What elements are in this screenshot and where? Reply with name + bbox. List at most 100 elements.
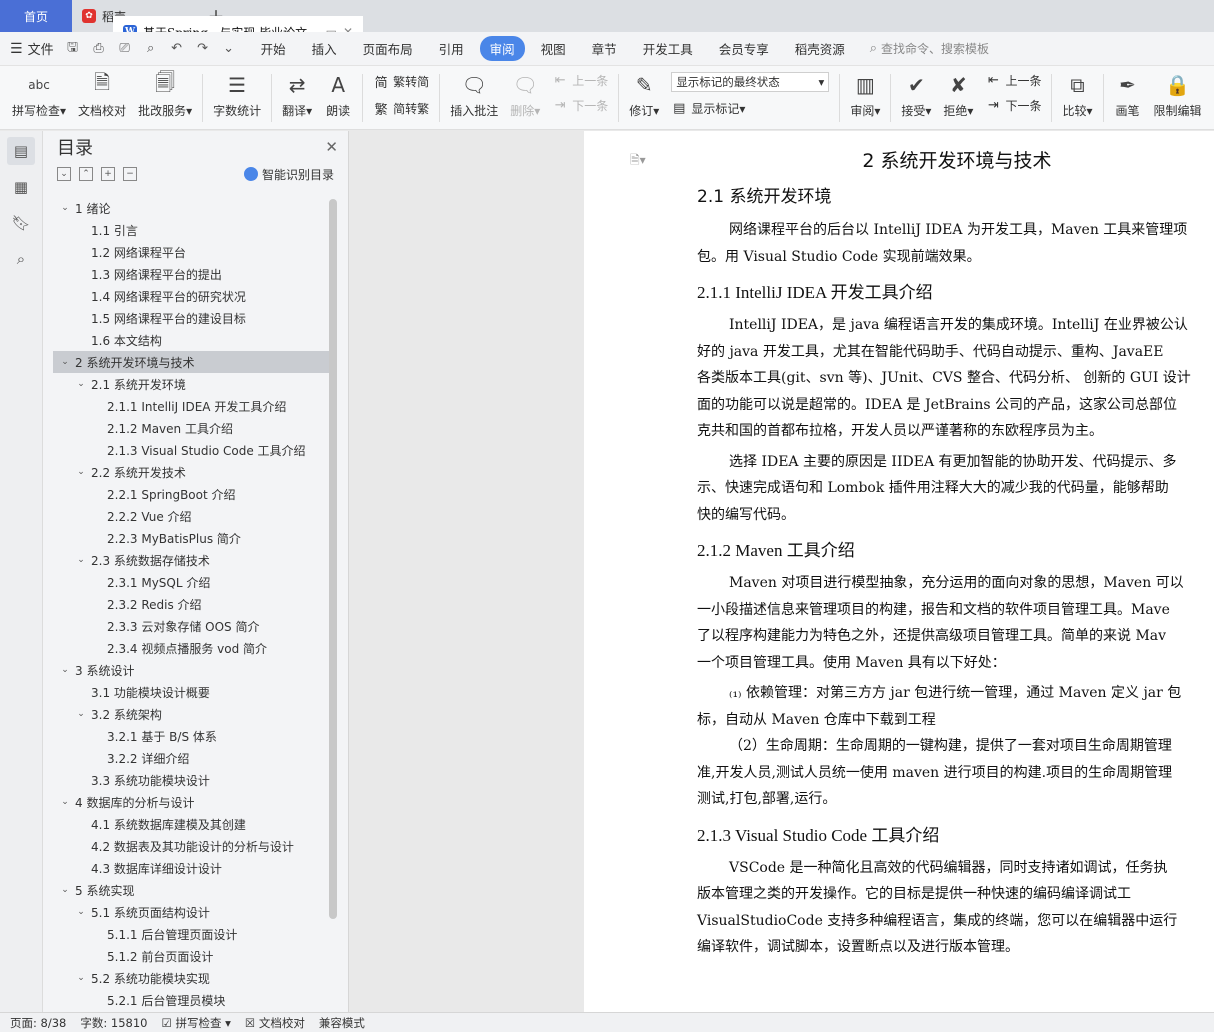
- review-pane-button[interactable]: ▥ 审阅▾: [844, 66, 886, 119]
- show-markup-button[interactable]: ▤ 显示标记 ▾: [671, 100, 829, 117]
- close-icon[interactable]: ✕: [325, 138, 338, 156]
- chevron-down-icon[interactable]: ⌄: [59, 665, 71, 675]
- undo-icon[interactable]: ↶: [168, 41, 186, 56]
- redo-icon[interactable]: ↷: [194, 41, 212, 56]
- toc-item[interactable]: ⌄ 2.1 系统开发环境: [53, 373, 331, 395]
- menu-references[interactable]: 引用: [429, 36, 474, 61]
- collapse-all-icon[interactable]: ⌄: [57, 167, 71, 181]
- toc-item[interactable]: 2.3.4 视频点播服务 vod 简介: [53, 637, 331, 659]
- toc-item[interactable]: 2.1.2 Maven 工具介绍: [53, 417, 331, 439]
- toc-item[interactable]: 3.1 功能模块设计概要: [53, 681, 331, 703]
- search-icon[interactable]: ⌕: [7, 245, 35, 273]
- delete-comment-button[interactable]: 🗨 删除▾: [504, 66, 546, 119]
- toc-item[interactable]: 1.3 网络课程平台的提出: [53, 263, 331, 285]
- toc-item[interactable]: 4.2 数据表及其功能设计的分析与设计: [53, 835, 331, 857]
- expand-up-icon[interactable]: ⌃: [79, 167, 93, 181]
- chapter-nav-icon[interactable]: ▦: [7, 173, 35, 201]
- next-revision-button[interactable]: ⇥ 下一条: [985, 97, 1041, 114]
- chevron-down-icon[interactable]: ⌄: [59, 203, 71, 213]
- toc-item[interactable]: 5.2.1 后台管理员模块: [53, 989, 331, 1011]
- toc-item[interactable]: 1.6 本文结构: [53, 329, 331, 351]
- chevron-down-icon[interactable]: ⌄: [75, 467, 87, 477]
- toc-item[interactable]: 2.2.3 MyBatisPlus 简介: [53, 527, 331, 549]
- track-changes-button[interactable]: ✎ 修订▾: [623, 66, 665, 119]
- menu-layout[interactable]: 页面布局: [353, 36, 423, 61]
- toc-item[interactable]: 2.2.1 SpringBoot 介绍: [53, 483, 331, 505]
- toc-item[interactable]: ⌄ 5.1 系统页面结构设计: [53, 901, 331, 923]
- spell-check-button[interactable]: abc 拼写检查▾: [6, 66, 72, 119]
- toc-item[interactable]: 2.2.2 Vue 介绍: [53, 505, 331, 527]
- chevron-down-icon[interactable]: ⌄: [59, 885, 71, 895]
- status-doc-check[interactable]: ☒ 文档校对: [245, 1015, 305, 1031]
- restrict-editing-button[interactable]: 🔒 限制编辑: [1148, 66, 1208, 119]
- toc-item[interactable]: 4.3 数据库详细设计设计: [53, 857, 331, 879]
- toc-item[interactable]: 3.3 系统功能模块设计: [53, 769, 331, 791]
- toc-item[interactable]: ⌄ 1 绪论: [53, 197, 331, 219]
- toc-item[interactable]: 3.2.1 基于 B/S 体系: [53, 725, 331, 747]
- toc-item[interactable]: 1.1 引言: [53, 219, 331, 241]
- menu-review[interactable]: 审阅: [479, 36, 525, 61]
- file-menu-button[interactable]: ☰ 文件: [10, 39, 54, 59]
- toc-item[interactable]: ⌄ 4 数据库的分析与设计: [53, 791, 331, 813]
- toc-item[interactable]: 1.2 网络课程平台: [53, 241, 331, 263]
- toc-item[interactable]: 2.1.3 Visual Studio Code 工具介绍: [53, 439, 331, 461]
- chevron-down-icon[interactable]: ⌄: [59, 797, 71, 807]
- toc-item[interactable]: 4.1 系统数据库建模及其创建: [53, 813, 331, 835]
- menu-insert[interactable]: 插入: [302, 36, 347, 61]
- menu-chapter[interactable]: 章节: [582, 36, 627, 61]
- menu-developer[interactable]: 开发工具: [633, 36, 703, 61]
- export-pdf-icon[interactable]: ⎙: [90, 41, 108, 56]
- remove-heading-icon[interactable]: −: [123, 167, 137, 181]
- save-icon[interactable]: 🖫: [64, 38, 82, 60]
- doc-check-button[interactable]: 🗎 文档校对: [72, 66, 132, 119]
- accept-button[interactable]: ✔ 接受▾: [895, 66, 937, 119]
- menu-start[interactable]: 开始: [251, 36, 296, 61]
- chevron-down-icon[interactable]: ⌄: [75, 709, 87, 719]
- prev-revision-button[interactable]: ⇤ 上一条: [985, 72, 1041, 89]
- menu-daoke-resources[interactable]: 稻壳资源: [785, 36, 855, 61]
- batch-service-button[interactable]: 🗐 批改服务▾: [132, 66, 198, 119]
- toc-item[interactable]: ⌄ 3.2 系统架构: [53, 703, 331, 725]
- command-search[interactable]: ⌕ 查找命令、搜索模板: [870, 40, 989, 57]
- word-count-button[interactable]: ☰ 字数统计: [207, 66, 267, 119]
- read-aloud-button[interactable]: A 朗读: [318, 66, 358, 119]
- page-options-icon[interactable]: 🗎▾: [630, 151, 646, 172]
- toc-item[interactable]: 3.2.2 详细介绍: [53, 747, 331, 769]
- prev-comment-button[interactable]: ⇤ 上一条: [552, 72, 608, 89]
- add-heading-icon[interactable]: +: [101, 167, 115, 181]
- insert-comment-button[interactable]: 🗨 插入批注: [444, 66, 504, 119]
- print-preview-icon[interactable]: ⌕: [142, 41, 160, 56]
- toc-item[interactable]: ⌄ 2 系统开发环境与技术: [53, 351, 331, 373]
- word-count-indicator[interactable]: 字数: 15810: [80, 1015, 147, 1031]
- toc-scrollbar[interactable]: [329, 199, 337, 919]
- status-spell-check[interactable]: ☑ 拼写检查 ▾: [161, 1015, 230, 1031]
- tab-home[interactable]: 首页: [0, 0, 72, 32]
- toc-item[interactable]: ⌄ 2.3 系统数据存储技术: [53, 549, 331, 571]
- toc-item[interactable]: ⌄ 5.2 系统功能模块实现: [53, 967, 331, 989]
- toc-item[interactable]: 2.3.1 MySQL 介绍: [53, 571, 331, 593]
- toc-item[interactable]: ⌄ 2.2 系统开发技术: [53, 461, 331, 483]
- toc-item[interactable]: 1.4 网络课程平台的研究状况: [53, 285, 331, 307]
- toc-item[interactable]: 5.1.2 前台页面设计: [53, 945, 331, 967]
- toc-item[interactable]: 2.3.2 Redis 介绍: [53, 593, 331, 615]
- chevron-down-icon[interactable]: ⌄: [59, 357, 71, 367]
- page-indicator[interactable]: 页面: 8/38: [10, 1015, 66, 1031]
- menu-view[interactable]: 视图: [531, 36, 576, 61]
- chevron-down-icon[interactable]: ⌄: [75, 555, 87, 565]
- toc-item[interactable]: ⌄ 5 系统实现: [53, 879, 331, 901]
- smart-toc-button[interactable]: 智能识别目录: [243, 166, 334, 183]
- toc-item[interactable]: 2.3.3 云对象存储 OOS 简介: [53, 615, 331, 637]
- toc-item[interactable]: 2.1.1 IntelliJ IDEA 开发工具介绍: [53, 395, 331, 417]
- compare-button[interactable]: ⧉ 比较▾: [1056, 66, 1098, 119]
- document-page[interactable]: 🗎▾ 2 系统开发环境与技术 2.1 系统开发环境 网络课程平台的后台以 Int…: [584, 131, 1214, 1012]
- menu-member[interactable]: 会员专享: [709, 36, 779, 61]
- simp-to-trad-button[interactable]: 繁简转繁: [373, 99, 430, 118]
- toc-item[interactable]: ⌄ 3 系统设计: [53, 659, 331, 681]
- chevron-down-icon[interactable]: ⌄: [75, 379, 87, 389]
- toc-item[interactable]: 1.5 网络课程平台的建设目标: [53, 307, 331, 329]
- toc-item[interactable]: 5.1.1 后台管理页面设计: [53, 923, 331, 945]
- trad-to-simp-button[interactable]: 简繁转简: [373, 72, 430, 91]
- bookmark-icon[interactable]: 🔖︎: [7, 209, 35, 237]
- pen-button[interactable]: ✒ 画笔: [1108, 66, 1148, 119]
- toc-panel-icon[interactable]: ▤: [7, 137, 35, 165]
